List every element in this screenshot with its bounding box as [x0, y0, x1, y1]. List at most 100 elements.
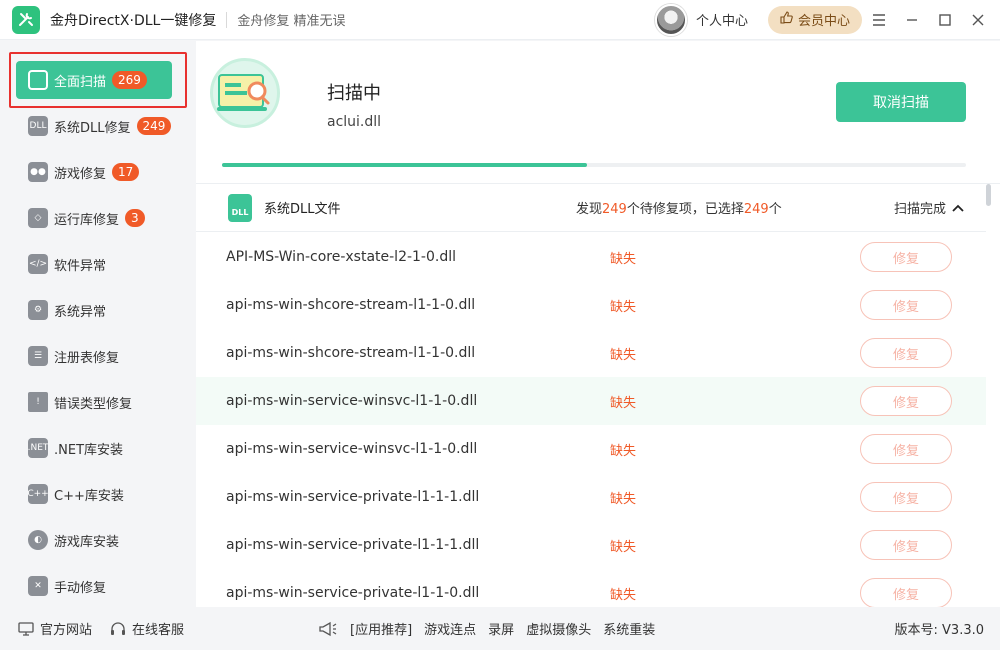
sidebar-item-error-type-repair[interactable]: ! 错误类型修复 — [16, 383, 172, 421]
repair-button[interactable]: 修复 — [860, 434, 952, 464]
dotnet-icon: .NET — [28, 438, 48, 458]
scan-progress-bar — [222, 163, 966, 167]
repair-button[interactable]: 修复 — [860, 338, 952, 368]
tools-icon: ✕ — [28, 576, 48, 596]
sidebar: 全面扫描 269 DLL 系统DLL修复 249 ●● 游戏修复 17 ◇ 运行… — [0, 41, 188, 607]
maximize-icon[interactable] — [928, 0, 961, 40]
dll-name: api-ms-win-shcore-stream-l1-1-0.dll — [226, 297, 476, 313]
scan-hero: 扫描中 aclui.dll 取消扫描 — [196, 41, 1000, 183]
megaphone-icon — [319, 621, 337, 636]
cancel-scan-button[interactable]: 取消扫描 — [836, 82, 966, 122]
dll-name: api-ms-win-service-private-l1-1-0.dll — [226, 585, 480, 601]
sidebar-item-label: C++库安装 — [54, 488, 124, 504]
dll-status: 缺失 — [610, 491, 637, 507]
sidebar-item-label: 全面扫描 — [54, 74, 107, 90]
dll-status: 缺失 — [610, 395, 637, 411]
version-label: 版本号: V3.3.0 — [894, 623, 984, 638]
vip-center-button[interactable]: 会员中心 — [767, 5, 862, 34]
sidebar-item-label: 游戏修复 — [54, 166, 107, 182]
repair-button[interactable]: 修复 — [860, 386, 952, 416]
menu-icon[interactable] — [862, 0, 895, 40]
repair-button[interactable]: 修复 — [860, 290, 952, 320]
gear-icon: ⚙ — [28, 300, 48, 320]
sidebar-item-label: 系统DLL修复 — [54, 120, 131, 136]
dll-name: API-MS-Win-core-xstate-l2-1-0.dll — [226, 249, 457, 265]
pacman-icon: ◐ — [28, 530, 48, 550]
repair-button[interactable]: 修复 — [860, 530, 952, 560]
close-icon[interactable] — [961, 0, 994, 40]
sidebar-item-manual-repair[interactable]: ✕ 手动修复 — [16, 567, 172, 605]
avatar[interactable] — [654, 3, 687, 36]
warning-icon: ! — [28, 392, 48, 412]
app-logo-icon — [12, 5, 40, 34]
gamepad-icon: ●● — [28, 162, 48, 182]
table-row: api-ms-win-service-winsvc-l1-1-0.dll 缺失 … — [196, 377, 986, 425]
group-status-label: 扫描完成 — [894, 202, 947, 217]
promo-link-screen-recorder[interactable]: 录屏 — [488, 619, 514, 638]
dll-status: 缺失 — [610, 299, 637, 315]
sidebar-item-cpp-install[interactable]: C++ C++库安装 — [16, 475, 172, 513]
sidebar-item-system-error[interactable]: ⚙ 系统异常 — [16, 291, 172, 329]
table-row: api-ms-win-service-private-l1-1-1.dll 缺失… — [196, 473, 986, 521]
dll-name: api-ms-win-service-winsvc-l1-1-0.dll — [226, 393, 478, 409]
dll-status: 缺失 — [610, 251, 637, 267]
count-badge: 3 — [125, 209, 145, 227]
sidebar-item-label: .NET库安装 — [54, 442, 124, 458]
monitor-icon — [18, 621, 34, 636]
app-slogan: 金舟修复 精准无误 — [237, 14, 346, 29]
online-service-link[interactable]: 在线客服 — [110, 619, 184, 638]
sidebar-item-registry-repair[interactable]: ☰ 注册表修复 — [16, 337, 172, 375]
table-row: api-ms-win-service-winsvc-l1-1-0.dll 缺失 … — [196, 425, 986, 473]
scrollbar[interactable] — [986, 184, 992, 607]
dll-icon: DLL — [28, 116, 48, 136]
group-status[interactable]: 扫描完成 — [894, 198, 964, 217]
fullscan-icon — [28, 70, 48, 90]
dll-status: 缺失 — [610, 587, 637, 603]
table-row: api-ms-win-shcore-stream-l1-1-0.dll 缺失 修… — [196, 329, 986, 377]
promo-link-virtual-camera[interactable]: 虚拟摄像头 — [526, 619, 591, 638]
table-row: api-ms-win-service-private-l1-1-1.dll 缺失… — [196, 521, 986, 569]
dll-status: 缺失 — [610, 347, 637, 363]
dll-name: api-ms-win-service-private-l1-1-1.dll — [226, 489, 480, 505]
dll-group-header[interactable]: DLL 系统DLL文件 发现249个待修复项，已选择249个 扫描完成 — [196, 184, 986, 232]
official-site-label: 官方网站 — [40, 623, 93, 638]
group-title: 系统DLL文件 — [264, 202, 341, 217]
scan-current-file: aclui.dll — [327, 114, 382, 130]
repair-button[interactable]: 修复 — [860, 578, 952, 607]
app-recommend-bar: [应用推荐] 游戏连点 录屏 虚拟摄像头 系统重装 — [318, 619, 655, 638]
scan-progress-fill — [222, 163, 587, 167]
scrollbar-thumb[interactable] — [986, 184, 991, 206]
count-badge: 17 — [112, 163, 140, 181]
scan-status: 扫描中 — [327, 83, 381, 104]
dll-name: api-ms-win-service-winsvc-l1-1-0.dll — [226, 441, 478, 457]
repair-button[interactable]: 修复 — [860, 242, 952, 272]
found-count: 249 — [602, 202, 627, 217]
title-divider — [226, 11, 228, 28]
minimize-icon[interactable] — [895, 0, 928, 40]
sidebar-item-game-repair[interactable]: ●● 游戏修复 17 — [16, 153, 172, 191]
vip-center-label: 会员中心 — [797, 14, 850, 29]
table-row: api-ms-win-service-private-l1-1-0.dll 缺失… — [196, 569, 986, 607]
count-badge: 249 — [136, 117, 172, 135]
dll-file-icon: DLL — [228, 193, 252, 222]
cpp-icon: C++ — [27, 484, 49, 504]
sidebar-item-full-scan[interactable]: 全面扫描 269 — [16, 61, 172, 99]
sidebar-item-label: 游戏库安装 — [54, 534, 120, 550]
promo-link-auto-clicker[interactable]: 游戏连点 — [424, 619, 476, 638]
sidebar-item-label: 注册表修复 — [54, 350, 120, 366]
sidebar-item-runtime-repair[interactable]: ◇ 运行库修复 3 — [16, 199, 172, 237]
sidebar-item-game-lib-install[interactable]: ◐ 游戏库安装 — [16, 521, 172, 559]
sidebar-item-software-error[interactable]: </> 软件异常 — [16, 245, 172, 283]
main-panel: 扫描中 aclui.dll 取消扫描 DLL 系统DLL文件 发现249个待修复… — [196, 41, 1000, 607]
personal-center-link[interactable]: 个人中心 — [696, 10, 748, 29]
dll-list: API-MS-Win-core-xstate-l2-1-0.dll 缺失 修复 … — [196, 233, 986, 607]
sidebar-item-dotnet-install[interactable]: .NET .NET库安装 — [16, 429, 172, 467]
online-service-label: 在线客服 — [132, 623, 185, 638]
sidebar-item-dll-repair[interactable]: DLL 系统DLL修复 249 — [16, 107, 172, 145]
sidebar-item-label: 运行库修复 — [54, 212, 120, 228]
official-site-link[interactable]: 官方网站 — [18, 619, 92, 638]
dll-name: api-ms-win-shcore-stream-l1-1-0.dll — [226, 345, 476, 361]
list-icon: ☰ — [28, 346, 48, 366]
promo-link-system-reinstall[interactable]: 系统重装 — [603, 619, 655, 638]
repair-button[interactable]: 修复 — [860, 482, 952, 512]
